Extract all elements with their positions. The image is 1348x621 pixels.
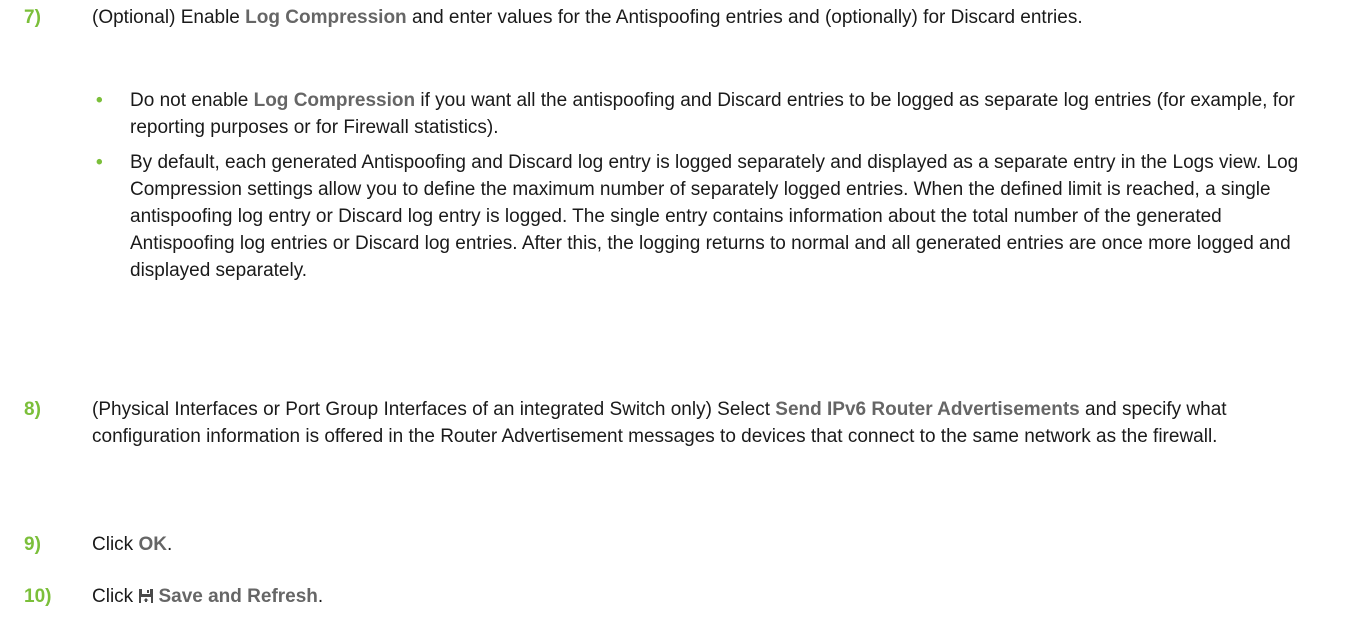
step-text-part: and enter values for the Antispoofing en… bbox=[406, 7, 1083, 28]
step-number: 9) bbox=[24, 534, 41, 555]
ui-element-ok: OK bbox=[138, 534, 167, 555]
step-text-part: (Optional) Enable bbox=[92, 7, 246, 28]
ui-element-log-compression: Log Compression bbox=[245, 7, 407, 28]
step-text-part: Click bbox=[92, 534, 139, 555]
bullet-text-part: Do not enable bbox=[130, 90, 254, 111]
step-text: Click Save and Refresh. bbox=[92, 583, 1312, 610]
step-number: 7) bbox=[24, 7, 41, 28]
step-7-bullet-list: • Do not enable Log Compression if you wa… bbox=[92, 87, 1322, 284]
step-text: Click OK. bbox=[92, 531, 1312, 558]
bullet-text: By default, each generated Antispoofing … bbox=[130, 152, 1299, 281]
ui-element-log-compression: Log Compression bbox=[253, 90, 416, 111]
step-text-part: . bbox=[317, 586, 324, 607]
step-text-part: (Physical Interfaces or Port Group Inter… bbox=[92, 399, 776, 420]
ui-element-save-and-refresh: Save and Refresh bbox=[158, 586, 318, 607]
save-icon bbox=[138, 585, 154, 603]
ui-element-send-ipv6-router-advertisements: Send IPv6 Router Advertisements bbox=[775, 399, 1080, 420]
step-text-part: . bbox=[166, 534, 173, 555]
bullet-item: • Do not enable Log Compression if you wa… bbox=[92, 87, 1322, 141]
step-number: 10) bbox=[24, 586, 52, 607]
step-text-part: Click bbox=[92, 586, 139, 607]
bullet-item: • By default, each generated Antispoofing… bbox=[92, 149, 1322, 284]
step-number: 8) bbox=[24, 399, 41, 420]
bullet-icon: • bbox=[96, 152, 103, 173]
step-text: (Optional) Enable Log Compression and en… bbox=[92, 4, 1312, 31]
bullet-icon: • bbox=[96, 90, 103, 111]
step-text: (Physical Interfaces or Port Group Inter… bbox=[92, 396, 1312, 450]
